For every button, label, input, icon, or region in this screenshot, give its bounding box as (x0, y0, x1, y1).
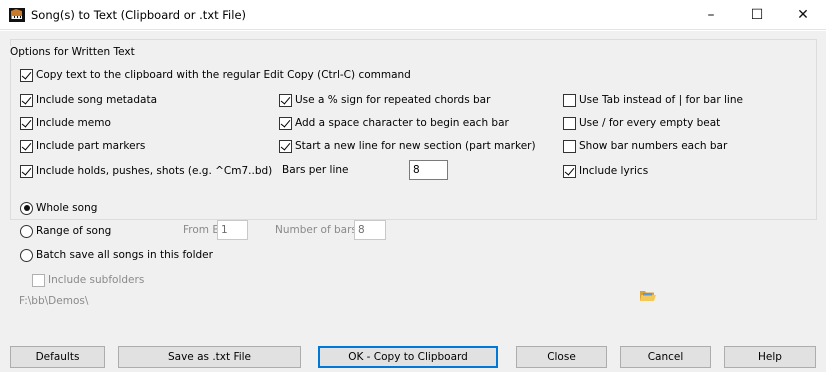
checkbox-box (20, 68, 33, 82)
whole-song-radio[interactable]: Whole song (20, 200, 97, 216)
radio-label: Whole song (36, 202, 98, 214)
checkbox-box (563, 93, 576, 107)
maximize-button[interactable]: ☐ (734, 0, 780, 30)
checkbox-box (32, 273, 45, 287)
checkbox-box (563, 116, 576, 130)
radio-circle (20, 248, 33, 262)
include-part-markers-checkbox[interactable]: Include part markers (20, 138, 145, 154)
ok-copy-button[interactable]: OK - Copy to Clipboard (318, 346, 498, 368)
copy-to-clipboard-checkbox[interactable]: Copy text to the clipboard with the regu… (20, 67, 411, 83)
checkbox-label: Include part markers (36, 140, 146, 152)
number-of-bars-input[interactable]: 8 (354, 220, 386, 240)
cancel-button[interactable]: Cancel (620, 346, 711, 368)
checkbox-box (563, 164, 576, 178)
checkbox-label: Include song metadata (36, 94, 158, 106)
close-button[interactable]: Close (516, 346, 607, 368)
include-lyrics-checkbox[interactable]: Include lyrics (563, 163, 648, 179)
from-bar-input[interactable]: 1 (217, 220, 248, 240)
checkbox-box (279, 139, 292, 153)
bars-per-line-label: Bars per line (282, 164, 349, 176)
include-song-metadata-checkbox[interactable]: Include song metadata (20, 92, 157, 108)
bars-per-line-input[interactable]: 8 (409, 160, 448, 180)
tab-bar-line-checkbox[interactable]: Use Tab instead of | for bar line (563, 92, 743, 108)
window-title: Song(s) to Text (Clipboard or .txt File) (31, 8, 247, 22)
radio-label: Range of song (36, 225, 112, 237)
checkbox-label: Include lyrics (579, 165, 649, 177)
checkbox-label: Start a new line for new section (part m… (295, 140, 536, 152)
slash-empty-beat-checkbox[interactable]: Use / for every empty beat (563, 115, 720, 131)
folder-path: F:\bb\Demos\ (19, 295, 89, 307)
range-of-song-radio[interactable]: Range of song (20, 223, 111, 239)
radio-label: Batch save all songs in this folder (36, 249, 213, 261)
checkbox-box (279, 93, 292, 107)
space-begin-bar-checkbox[interactable]: Add a space character to begin each bar (279, 115, 509, 131)
checkbox-label: Add a space character to begin each bar (295, 117, 509, 129)
checkbox-label: Include memo (36, 117, 111, 129)
number-of-bars-label: Number of bars (275, 224, 357, 236)
close-window-button[interactable]: ✕ (780, 0, 826, 30)
help-button[interactable]: Help (724, 346, 816, 368)
include-holds-checkbox[interactable]: Include holds, pushes, shots (e.g. ^Cm7.… (20, 163, 272, 179)
radio-circle (20, 201, 33, 215)
checkbox-box (20, 93, 33, 107)
checkbox-box (279, 116, 292, 130)
include-subfolders-checkbox[interactable]: Include subfolders (32, 272, 144, 288)
minimize-button[interactable]: – (688, 0, 734, 30)
defaults-button[interactable]: Defaults (10, 346, 105, 368)
show-bar-numbers-checkbox[interactable]: Show bar numbers each bar (563, 138, 727, 154)
checkbox-label: Show bar numbers each bar (579, 140, 728, 152)
radio-circle (20, 224, 33, 238)
checkbox-label: Include holds, pushes, shots (e.g. ^Cm7.… (36, 165, 273, 177)
save-txt-button[interactable]: Save as .txt File (118, 346, 301, 368)
app-piano-icon (9, 8, 25, 22)
open-folder-icon[interactable] (640, 289, 656, 303)
include-memo-checkbox[interactable]: Include memo (20, 115, 111, 131)
checkbox-label: Use / for every empty beat (579, 117, 721, 129)
title-bar: Song(s) to Text (Clipboard or .txt File)… (0, 0, 826, 30)
checkbox-label: Use a % sign for repeated chords bar (295, 94, 491, 106)
checkbox-box (20, 116, 33, 130)
checkbox-box (20, 139, 33, 153)
checkbox-box (563, 139, 576, 153)
checkbox-label: Copy text to the clipboard with the regu… (36, 69, 411, 81)
new-line-section-checkbox[interactable]: Start a new line for new section (part m… (279, 138, 536, 154)
checkbox-box (20, 164, 33, 178)
dialog-body: Options for Written Text Copy text to th… (0, 31, 826, 372)
percent-sign-repeated-checkbox[interactable]: Use a % sign for repeated chords bar (279, 92, 490, 108)
checkbox-label: Include subfolders (48, 274, 145, 286)
batch-save-radio[interactable]: Batch save all songs in this folder (20, 247, 213, 263)
options-group-label: Options for Written Text (9, 46, 136, 58)
checkbox-label: Use Tab instead of | for bar line (579, 94, 743, 106)
